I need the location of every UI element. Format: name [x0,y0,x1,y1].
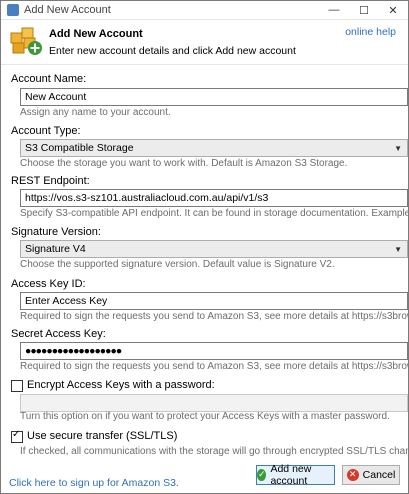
account-name-label: Account Name: [11,73,87,85]
signature-version-value: Signature V4 [25,243,86,255]
encrypt-keys-hint: Turn this option on if you want to prote… [20,411,390,422]
signup-link[interactable]: Click here to sign up for Amazon S3. [9,477,179,489]
secret-access-key-label: Secret Access Key: [11,328,106,340]
chevron-down-icon: ▼ [394,144,402,153]
account-name-hint: Assign any name to your account. [20,107,171,118]
signature-version-label: Signature Version: [11,226,101,238]
window-title: Add New Account [24,4,111,16]
online-help-link[interactable]: online help [345,26,396,38]
add-new-account-label: Add new account [270,463,312,487]
cancel-button[interactable]: ✕ Cancel [342,465,400,485]
account-type-select[interactable]: S3 Compatible Storage ▼ [20,139,408,157]
add-new-account-button[interactable]: ✓ Add new account [256,463,335,487]
account-type-hint: Choose the storage you want to work with… [20,158,348,169]
minimize-button[interactable]: — [319,1,349,19]
secret-access-key-hint: Required to sign the requests you send t… [20,361,408,372]
account-type-label: Account Type: [11,125,81,137]
signature-version-select[interactable]: Signature V4 ▼ [20,240,408,258]
rest-endpoint-input[interactable]: https://vos.s3-sz101.australiacloud.com.… [20,189,408,207]
rest-endpoint-label: REST Endpoint: [11,175,90,187]
access-key-id-hint: Required to sign the requests you send t… [20,311,408,322]
cancel-label: Cancel [362,469,396,481]
maximize-button[interactable]: ☐ [349,1,379,19]
encrypt-keys-label[interactable]: Encrypt Access Keys with a password: [27,379,215,391]
dialog-header: Add New Account Enter new account detail… [1,20,408,65]
chevron-down-icon: ▼ [394,245,402,254]
access-key-id-label: Access Key ID: [11,278,86,290]
title-bar: Add New Account — ☐ ✕ [1,1,408,20]
encrypt-keys-checkbox[interactable] [11,380,23,392]
secure-transfer-label[interactable]: Use secure transfer (SSL/TLS) [27,430,177,442]
header-subtitle: Enter new account details and click Add … [49,45,296,57]
access-key-id-input[interactable]: Enter Access Key [20,292,408,310]
secret-access-key-input[interactable]: ●●●●●●●●●●●●●●●●●● [20,342,408,360]
cancel-icon: ✕ [346,469,359,481]
secure-transfer-checkbox[interactable] [11,429,23,443]
account-type-value: S3 Compatible Storage [25,142,134,154]
cubes-add-icon [10,27,42,55]
checkmark-icon: ✓ [257,469,267,481]
app-icon [7,4,19,16]
master-password-input[interactable] [20,394,408,412]
close-button[interactable]: ✕ [378,1,408,19]
header-title: Add New Account [49,28,143,40]
add-account-dialog: Add New Account — ☐ ✕ Add New Account En… [0,0,409,494]
rest-endpoint-hint: Specify S3-compatible API endpoint. It c… [20,208,409,219]
signature-version-hint: Choose the supported signature version. … [20,259,335,270]
secure-transfer-hint: If checked, all communications with the … [20,446,409,457]
account-name-input[interactable]: New Account [20,88,408,106]
